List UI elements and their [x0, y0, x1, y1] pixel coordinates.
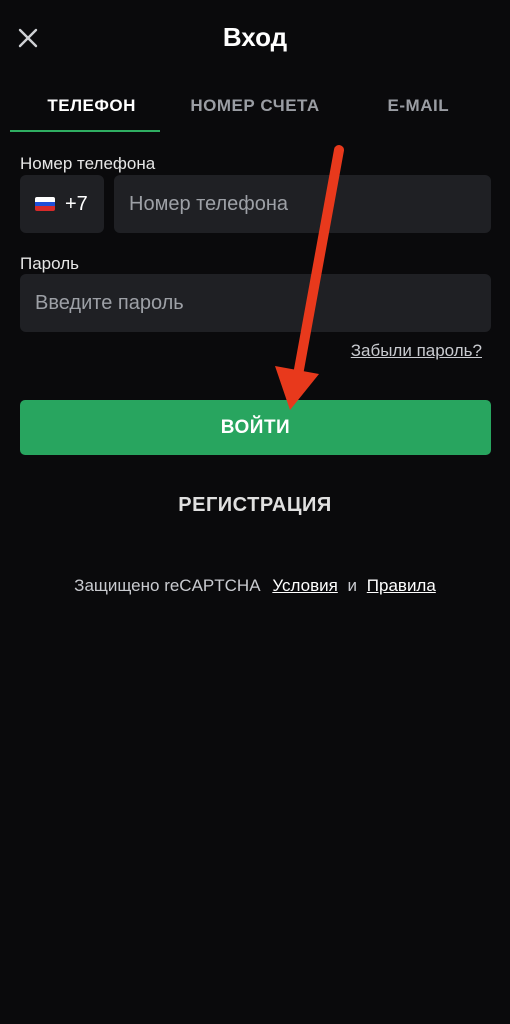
- tab-account-number[interactable]: НОМЕР СЧЕТА: [173, 80, 336, 132]
- phone-input[interactable]: [114, 175, 491, 233]
- russia-flag-icon: [35, 197, 55, 211]
- password-label: Пароль: [20, 254, 79, 273]
- login-screen: Вход ТЕЛЕФОН НОМЕР СЧЕТА E-MAIL Номер те…: [0, 0, 510, 1024]
- tab-phone[interactable]: ТЕЛЕФОН: [10, 80, 173, 132]
- and-text: и: [347, 576, 358, 595]
- login-button[interactable]: ВОЙТИ: [20, 400, 491, 455]
- tab-email[interactable]: E-MAIL: [337, 80, 500, 132]
- recaptcha-notice: Защищено reCAPTCHA Условия и Правила: [0, 576, 510, 596]
- terms-link[interactable]: Условия: [272, 576, 337, 595]
- header: Вход: [0, 0, 510, 78]
- country-code: +7: [65, 192, 88, 215]
- register-button[interactable]: РЕГИСТРАЦИЯ: [0, 494, 510, 517]
- country-code-selector[interactable]: +7: [20, 175, 104, 233]
- forgot-password-link[interactable]: Забыли пароль?: [351, 341, 482, 361]
- recaptcha-text: Защищено reCAPTCHA: [74, 576, 260, 595]
- rules-link[interactable]: Правила: [367, 576, 436, 595]
- phone-label: Номер телефона: [20, 154, 156, 173]
- password-input[interactable]: [20, 274, 491, 332]
- page-title: Вход: [222, 22, 288, 52]
- login-method-tabs: ТЕЛЕФОН НОМЕР СЧЕТА E-MAIL: [10, 80, 500, 132]
